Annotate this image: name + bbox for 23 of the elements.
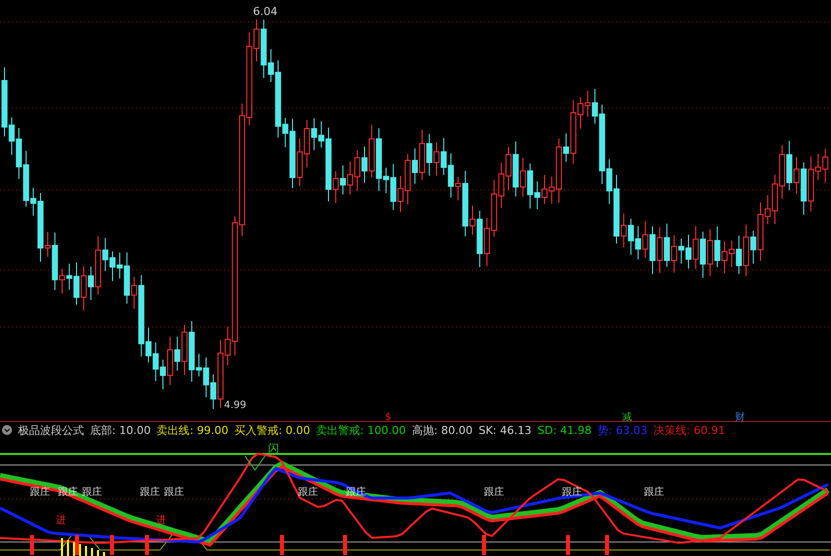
indicator-value: SK: 46.13: [478, 424, 532, 437]
follow-label: 跟庄: [82, 487, 102, 498]
indicator-value: 高抛: 80.00: [412, 422, 473, 438]
indicator-value: 势: 63.03: [598, 422, 648, 438]
entry-label: 进: [56, 515, 66, 526]
follow-label: 跟庄: [30, 487, 50, 498]
flash-signal-label: 闪: [268, 442, 279, 456]
follow-label: 跟庄: [644, 487, 664, 498]
indicator-name: 极品波段公式: [18, 422, 84, 438]
indicator-value: 卖出线: 99.00: [156, 422, 228, 438]
follow-label: 跟庄: [484, 487, 504, 498]
indicator-value: 决策线: 60.91: [653, 422, 726, 438]
low-price-label: 4.99: [224, 400, 246, 410]
indicator-value: 卖出警戒: 100.00: [316, 422, 406, 438]
high-price-label: 6.04: [253, 5, 278, 18]
signal-label: 财: [735, 412, 745, 422]
follow-label: 跟庄: [164, 487, 184, 498]
follow-label: 跟庄: [298, 487, 318, 498]
indicator-value: 底部: 10.00: [90, 422, 151, 438]
indicator-value: SD: 41.98: [538, 424, 592, 437]
indicator-value: 买入警戒: 0.00: [234, 422, 310, 438]
entry-label: 进: [156, 515, 166, 526]
follow-label: 跟庄: [140, 487, 160, 498]
